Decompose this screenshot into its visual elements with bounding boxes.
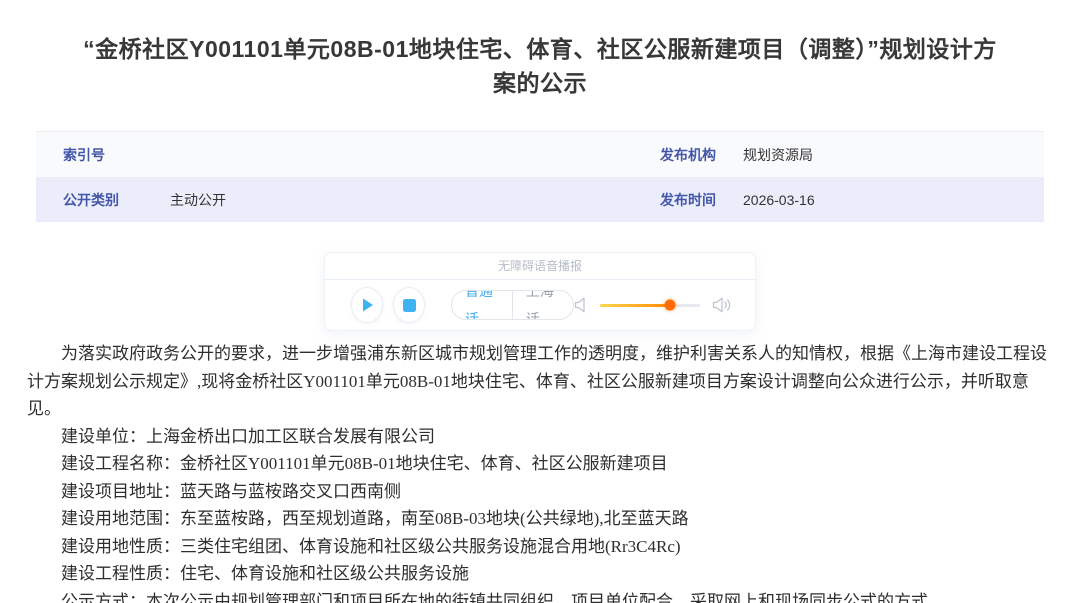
volume-up-icon[interactable] — [712, 297, 733, 313]
page-title-line1: “金桥社区Y001101单元08B-01地块住宅、体育、社区公服新建项目（调整）… — [0, 32, 1080, 66]
index-number-label: 索引号 — [36, 145, 170, 165]
publish-date-label: 发布时间 — [633, 190, 743, 210]
volume-fill — [600, 304, 670, 307]
volume-slider[interactable] — [600, 304, 700, 307]
volume-down-icon[interactable] — [574, 297, 588, 313]
publish-date-value: 2026-03-16 — [743, 192, 1044, 208]
publisher-label: 发布机构 — [633, 145, 743, 165]
tab-mandarin[interactable]: 普通话 — [452, 290, 512, 320]
paragraph-land-scope: 建设用地范围：东至蓝桉路，西至规划道路，南至08B-03地块(公共绿地),北至蓝… — [27, 505, 1053, 533]
audio-player: 无障碍语音播报 普通话 上海话 — [324, 252, 756, 331]
page-title: “金桥社区Y001101单元08B-01地块住宅、体育、社区公服新建项目（调整）… — [0, 0, 1080, 100]
paragraph-project-name: 建设工程名称：金桥社区Y001101单元08B-01地块住宅、体育、社区公服新建… — [27, 450, 1053, 478]
paragraph-land-usage: 建设用地性质：三类住宅组团、体育设施和社区级公共服务设施混合用地(Rr3C4Rc… — [27, 533, 1053, 561]
open-category-value: 主动公开 — [170, 190, 633, 210]
stop-button[interactable] — [393, 287, 425, 323]
volume-controls — [574, 297, 733, 313]
paragraph-intro: 为落实政府政务公开的要求，进一步增强浦东新区城市规划管理工作的透明度，维护利害关… — [27, 340, 1053, 423]
page-title-line2: 案的公示 — [0, 66, 1080, 100]
audio-player-title: 无障碍语音播报 — [325, 253, 755, 280]
open-category-label: 公开类别 — [36, 190, 170, 210]
tab-shanghainese[interactable]: 上海话 — [513, 290, 573, 320]
publisher-value: 规划资源局 — [743, 145, 1044, 165]
paragraph-project-address: 建设项目地址：蓝天路与蓝桉路交叉口西南侧 — [27, 478, 1053, 506]
info-table: 索引号 发布机构 规划资源局 公开类别 主动公开 发布时间 2026-03-16 — [36, 131, 1044, 222]
volume-knob[interactable] — [665, 300, 676, 311]
play-button[interactable] — [351, 287, 383, 323]
paragraph-project-nature: 建设工程性质：住宅、体育设施和社区级公共服务设施 — [27, 560, 1053, 588]
announcement-body: 为落实政府政务公开的要求，进一步增强浦东新区城市规划管理工作的透明度，维护利害关… — [0, 340, 1080, 603]
table-row: 索引号 发布机构 规划资源局 — [36, 132, 1044, 177]
language-tabs: 普通话 上海话 — [451, 290, 574, 320]
paragraph-publicity-method: 公示方式：本次公示由规划管理部门和项目所在地的街镇共同组织，项目单位配合。采取网… — [27, 588, 1053, 603]
paragraph-builder: 建设单位：上海金桥出口加工区联合发展有限公司 — [27, 423, 1053, 451]
play-icon — [360, 297, 374, 313]
stop-icon — [403, 299, 416, 312]
table-row: 公开类别 主动公开 发布时间 2026-03-16 — [36, 177, 1044, 222]
audio-controls: 普通话 上海话 — [325, 280, 755, 330]
